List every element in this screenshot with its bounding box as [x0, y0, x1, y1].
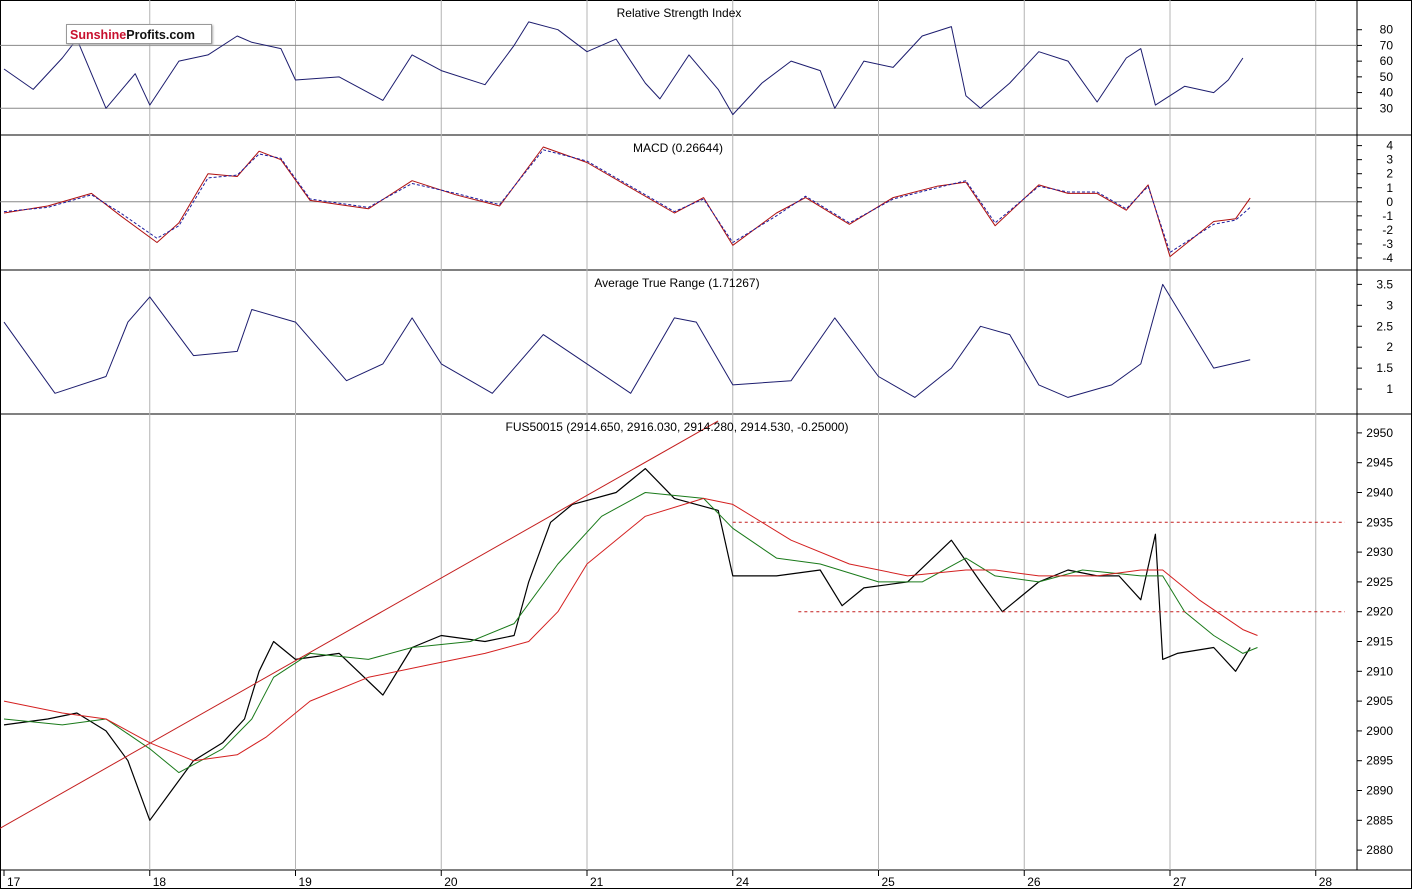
x-tick-label: 19: [299, 875, 313, 889]
y-tick-label: 1: [1386, 181, 1393, 195]
y-tick-label: 2940: [1366, 485, 1393, 499]
y-tick-label: 2920: [1366, 605, 1393, 619]
y-tick-label: 4: [1386, 139, 1393, 153]
x-tick-label: 27: [1173, 875, 1187, 889]
y-tick-label: -2: [1382, 223, 1393, 237]
y-tick-label: -1: [1382, 209, 1393, 223]
y-tick-label: 30: [1380, 101, 1394, 115]
series-line: [3, 497, 1258, 762]
x-tick-label: 18: [153, 875, 167, 889]
y-tick-label: 2895: [1366, 754, 1393, 768]
x-axis: 17 18 19 20 21 24 25 26 27 28: [3, 870, 1333, 889]
y-tick-label: -4: [1382, 251, 1393, 265]
trend-line: [0, 420, 719, 829]
y-tick-label: 2890: [1366, 784, 1393, 798]
y-tick-label: 2900: [1366, 724, 1393, 738]
y-tick-label: 2915: [1366, 635, 1393, 649]
x-tick-label: 26: [1027, 875, 1041, 889]
panel-titles: Relative Strength Index MACD (0.26644) A…: [506, 6, 849, 434]
series-line: [3, 149, 1251, 253]
x-tick-label: 28: [1319, 875, 1333, 889]
logo-part-1: Sunshine: [70, 28, 127, 42]
x-tick-label: 21: [590, 875, 604, 889]
series-line: [3, 492, 1258, 774]
x-tick-label: 25: [882, 875, 896, 889]
y-tick-label: 2950: [1366, 426, 1393, 440]
series-line: [3, 468, 1251, 821]
y-tick-label: 2935: [1366, 515, 1393, 529]
atr-title: Average True Range (1.71267): [594, 276, 759, 290]
sunshine-profits-logo: SunshineProfits.com: [66, 24, 212, 44]
x-tick-label: 24: [736, 875, 750, 889]
y-tick-label: 2.5: [1376, 319, 1393, 333]
series-line: [3, 283, 1251, 398]
logo-part-2: Profits.com: [126, 28, 196, 42]
x-tick-label: 17: [7, 875, 21, 889]
price-title: FUS50015 (2914.650, 2916.030, 2914.280, …: [506, 420, 849, 434]
x-tick-label: 20: [444, 875, 458, 889]
y-tick-label: 60: [1380, 54, 1394, 68]
y-tick-label: 2880: [1366, 843, 1393, 857]
macd-title: MACD (0.26644): [633, 141, 723, 155]
y-tick-label: 1: [1386, 382, 1393, 396]
y-tick-label: 3: [1386, 153, 1393, 167]
y-tick-label: 2930: [1366, 545, 1393, 559]
y-tick-label: -3: [1382, 237, 1393, 251]
y-tick-label: 3: [1386, 298, 1393, 312]
y-tick-label: 0: [1386, 195, 1393, 209]
y-tick-label: 2925: [1366, 575, 1393, 589]
y-tick-label: 1.5: [1376, 361, 1393, 375]
rsi-title: Relative Strength Index: [617, 6, 742, 20]
y-tick-label: 2: [1386, 340, 1393, 354]
y-tick-label: 70: [1380, 38, 1394, 52]
y-tick-label: 2945: [1366, 456, 1393, 470]
stock-chart: 304050607080 -4-3-2-101234 11.522.533.5 …: [0, 0, 1412, 889]
macd-panel: -4-3-2-101234: [0, 139, 1393, 265]
y-tick-label: 50: [1380, 70, 1394, 84]
y-tick-label: 2910: [1366, 664, 1393, 678]
y-tick-label: 2905: [1366, 694, 1393, 708]
y-tick-label: 40: [1380, 86, 1394, 100]
chart-frame: [0, 0, 1412, 889]
price-panel: 2880 2885 2890 2895 2900 2905 2910 2915 2920 2925…: [0, 420, 1393, 857]
y-tick-label: 3.5: [1376, 277, 1393, 291]
y-tick-label: 2885: [1366, 813, 1393, 827]
y-tick-label: 80: [1380, 23, 1394, 37]
y-tick-label: 2: [1386, 167, 1393, 181]
atr-panel: 1 1.5 2 2.5 3 3.5: [3, 277, 1393, 398]
